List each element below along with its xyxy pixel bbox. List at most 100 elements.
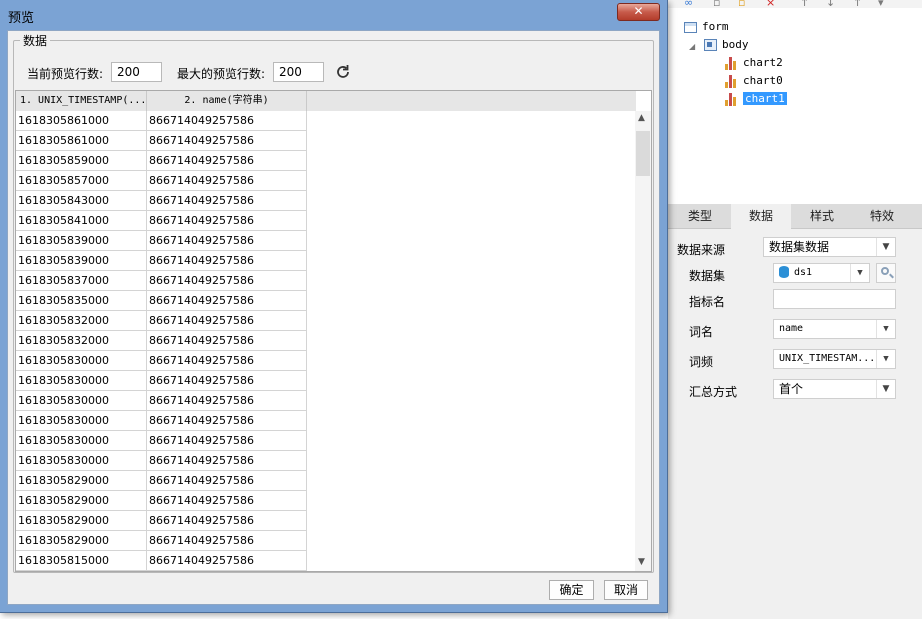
table-row[interactable]: 1618305830000 866714049257586: [16, 351, 307, 371]
name-cell[interactable]: 866714049257586: [147, 211, 307, 231]
name-cell[interactable]: 866714049257586: [147, 451, 307, 471]
table-row[interactable]: 1618305841000 866714049257586: [16, 211, 307, 231]
name-cell[interactable]: 866714049257586: [147, 131, 307, 151]
tree-node-chart0[interactable]: chart0: [724, 72, 783, 90]
column-header-name[interactable]: 2. name(字符串): [147, 91, 307, 111]
table-row[interactable]: 1618305830000 866714049257586: [16, 391, 307, 411]
table-row[interactable]: 1618305859000 866714049257586: [16, 151, 307, 171]
data-source-select[interactable]: 数据集数据 ▼: [763, 237, 896, 257]
name-cell[interactable]: 866714049257586: [147, 551, 307, 571]
timestamp-cell[interactable]: 1618305829000: [16, 511, 147, 531]
table-row[interactable]: 1618305829000 866714049257586: [16, 471, 307, 491]
table-row[interactable]: 1618305830000 866714049257586: [16, 431, 307, 451]
name-cell[interactable]: 866714049257586: [147, 431, 307, 451]
table-row[interactable]: 1618305835000 866714049257586: [16, 291, 307, 311]
table-header: 1. UNIX_TIMESTAMP(... 2. name(字符串): [16, 91, 636, 111]
timestamp-cell[interactable]: 1618305839000: [16, 231, 147, 251]
timestamp-cell[interactable]: 1618305832000: [16, 331, 147, 351]
tree-node-body[interactable]: body: [704, 36, 749, 54]
name-cell[interactable]: 866714049257586: [147, 511, 307, 531]
name-cell[interactable]: 866714049257586: [147, 271, 307, 291]
summary-select[interactable]: 首个 ▼: [773, 379, 896, 399]
dataset-select[interactable]: ds1 ▼: [773, 263, 870, 283]
name-cell[interactable]: 866714049257586: [147, 251, 307, 271]
table-row[interactable]: 1618305829000 866714049257586: [16, 531, 307, 551]
indicator-input[interactable]: [773, 289, 896, 309]
tab-data[interactable]: 数据: [731, 204, 791, 229]
timestamp-cell[interactable]: 1618305841000: [16, 211, 147, 231]
timestamp-cell[interactable]: 1618305861000: [16, 111, 147, 131]
timestamp-cell[interactable]: 1618305830000: [16, 351, 147, 371]
name-cell[interactable]: 866714049257586: [147, 171, 307, 191]
max-rows-input[interactable]: 200: [273, 62, 324, 82]
table-row[interactable]: 1618305839000 866714049257586: [16, 251, 307, 271]
timestamp-cell[interactable]: 1618305830000: [16, 411, 147, 431]
refresh-icon[interactable]: [334, 63, 352, 81]
name-cell[interactable]: 866714049257586: [147, 411, 307, 431]
timestamp-cell[interactable]: 1618305832000: [16, 311, 147, 331]
name-cell[interactable]: 866714049257586: [147, 151, 307, 171]
timestamp-cell[interactable]: 1618305843000: [16, 191, 147, 211]
tree-node-chart2[interactable]: chart2: [724, 54, 783, 72]
table-row[interactable]: 1618305830000 866714049257586: [16, 411, 307, 431]
dialog-titlebar[interactable]: 预览 ✕: [0, 0, 667, 30]
search-icon[interactable]: [876, 263, 896, 283]
column-header-timestamp[interactable]: 1. UNIX_TIMESTAMP(...: [16, 91, 147, 111]
table-row[interactable]: 1618305837000 866714049257586: [16, 271, 307, 291]
timestamp-cell[interactable]: 1618305829000: [16, 471, 147, 491]
collapse-icon[interactable]: ◢: [689, 42, 695, 51]
timestamp-cell[interactable]: 1618305859000: [16, 151, 147, 171]
name-cell[interactable]: 866714049257586: [147, 191, 307, 211]
timestamp-cell[interactable]: 1618305830000: [16, 371, 147, 391]
confirm-button[interactable]: 确定: [549, 580, 594, 600]
timestamp-cell[interactable]: 1618305830000: [16, 451, 147, 471]
name-cell[interactable]: 866714049257586: [147, 351, 307, 371]
chevron-up-icon[interactable]: ▲: [638, 113, 645, 123]
timestamp-cell[interactable]: 1618305861000: [16, 131, 147, 151]
table-row[interactable]: 1618305861000 866714049257586: [16, 131, 307, 151]
table-row[interactable]: 1618305829000 866714049257586: [16, 491, 307, 511]
table-row[interactable]: 1618305843000 866714049257586: [16, 191, 307, 211]
name-cell[interactable]: 866714049257586: [147, 311, 307, 331]
timestamp-cell[interactable]: 1618305839000: [16, 251, 147, 271]
table-row[interactable]: 1618305839000 866714049257586: [16, 231, 307, 251]
tab-type[interactable]: 类型: [670, 204, 730, 228]
tab-effects[interactable]: 特效: [852, 204, 912, 228]
vertical-scrollbar[interactable]: ▲ ▼: [635, 111, 651, 571]
timestamp-cell[interactable]: 1618305830000: [16, 391, 147, 411]
scrollbar-thumb[interactable]: [636, 131, 650, 176]
name-cell[interactable]: 866714049257586: [147, 111, 307, 131]
name-cell[interactable]: 866714049257586: [147, 331, 307, 351]
current-rows-input[interactable]: 200: [111, 62, 162, 82]
cancel-button[interactable]: 取消: [604, 580, 648, 600]
name-cell[interactable]: 866714049257586: [147, 531, 307, 551]
timestamp-cell[interactable]: 1618305829000: [16, 531, 147, 551]
name-cell[interactable]: 866714049257586: [147, 471, 307, 491]
close-button[interactable]: ✕: [617, 3, 660, 21]
table-row[interactable]: 1618305830000 866714049257586: [16, 371, 307, 391]
timestamp-cell[interactable]: 1618305829000: [16, 491, 147, 511]
table-row[interactable]: 1618305861000 866714049257586: [16, 111, 307, 131]
table-row[interactable]: 1618305829000 866714049257586: [16, 511, 307, 531]
tree-node-form[interactable]: form: [684, 18, 729, 36]
table-row[interactable]: 1618305857000 866714049257586: [16, 171, 307, 191]
name-cell[interactable]: 866714049257586: [147, 391, 307, 411]
name-cell[interactable]: 866714049257586: [147, 231, 307, 251]
timestamp-cell[interactable]: 1618305857000: [16, 171, 147, 191]
name-cell[interactable]: 866714049257586: [147, 371, 307, 391]
chevron-down-icon[interactable]: ▼: [638, 557, 645, 567]
timestamp-cell[interactable]: 1618305837000: [16, 271, 147, 291]
name-cell[interactable]: 866714049257586: [147, 291, 307, 311]
name-cell[interactable]: 866714049257586: [147, 491, 307, 511]
word-select[interactable]: name ▼: [773, 319, 896, 339]
table-row[interactable]: 1618305830000 866714049257586: [16, 451, 307, 471]
table-row[interactable]: 1618305832000 866714049257586: [16, 331, 307, 351]
tab-style[interactable]: 样式: [792, 204, 852, 228]
timestamp-cell[interactable]: 1618305815000: [16, 551, 147, 571]
frequency-select[interactable]: UNIX_TIMESTAM... ▼: [773, 349, 896, 369]
tree-node-chart1[interactable]: chart1: [724, 90, 787, 108]
timestamp-cell[interactable]: 1618305830000: [16, 431, 147, 451]
table-row[interactable]: 1618305815000 866714049257586: [16, 551, 307, 571]
table-row[interactable]: 1618305832000 866714049257586: [16, 311, 307, 331]
timestamp-cell[interactable]: 1618305835000: [16, 291, 147, 311]
